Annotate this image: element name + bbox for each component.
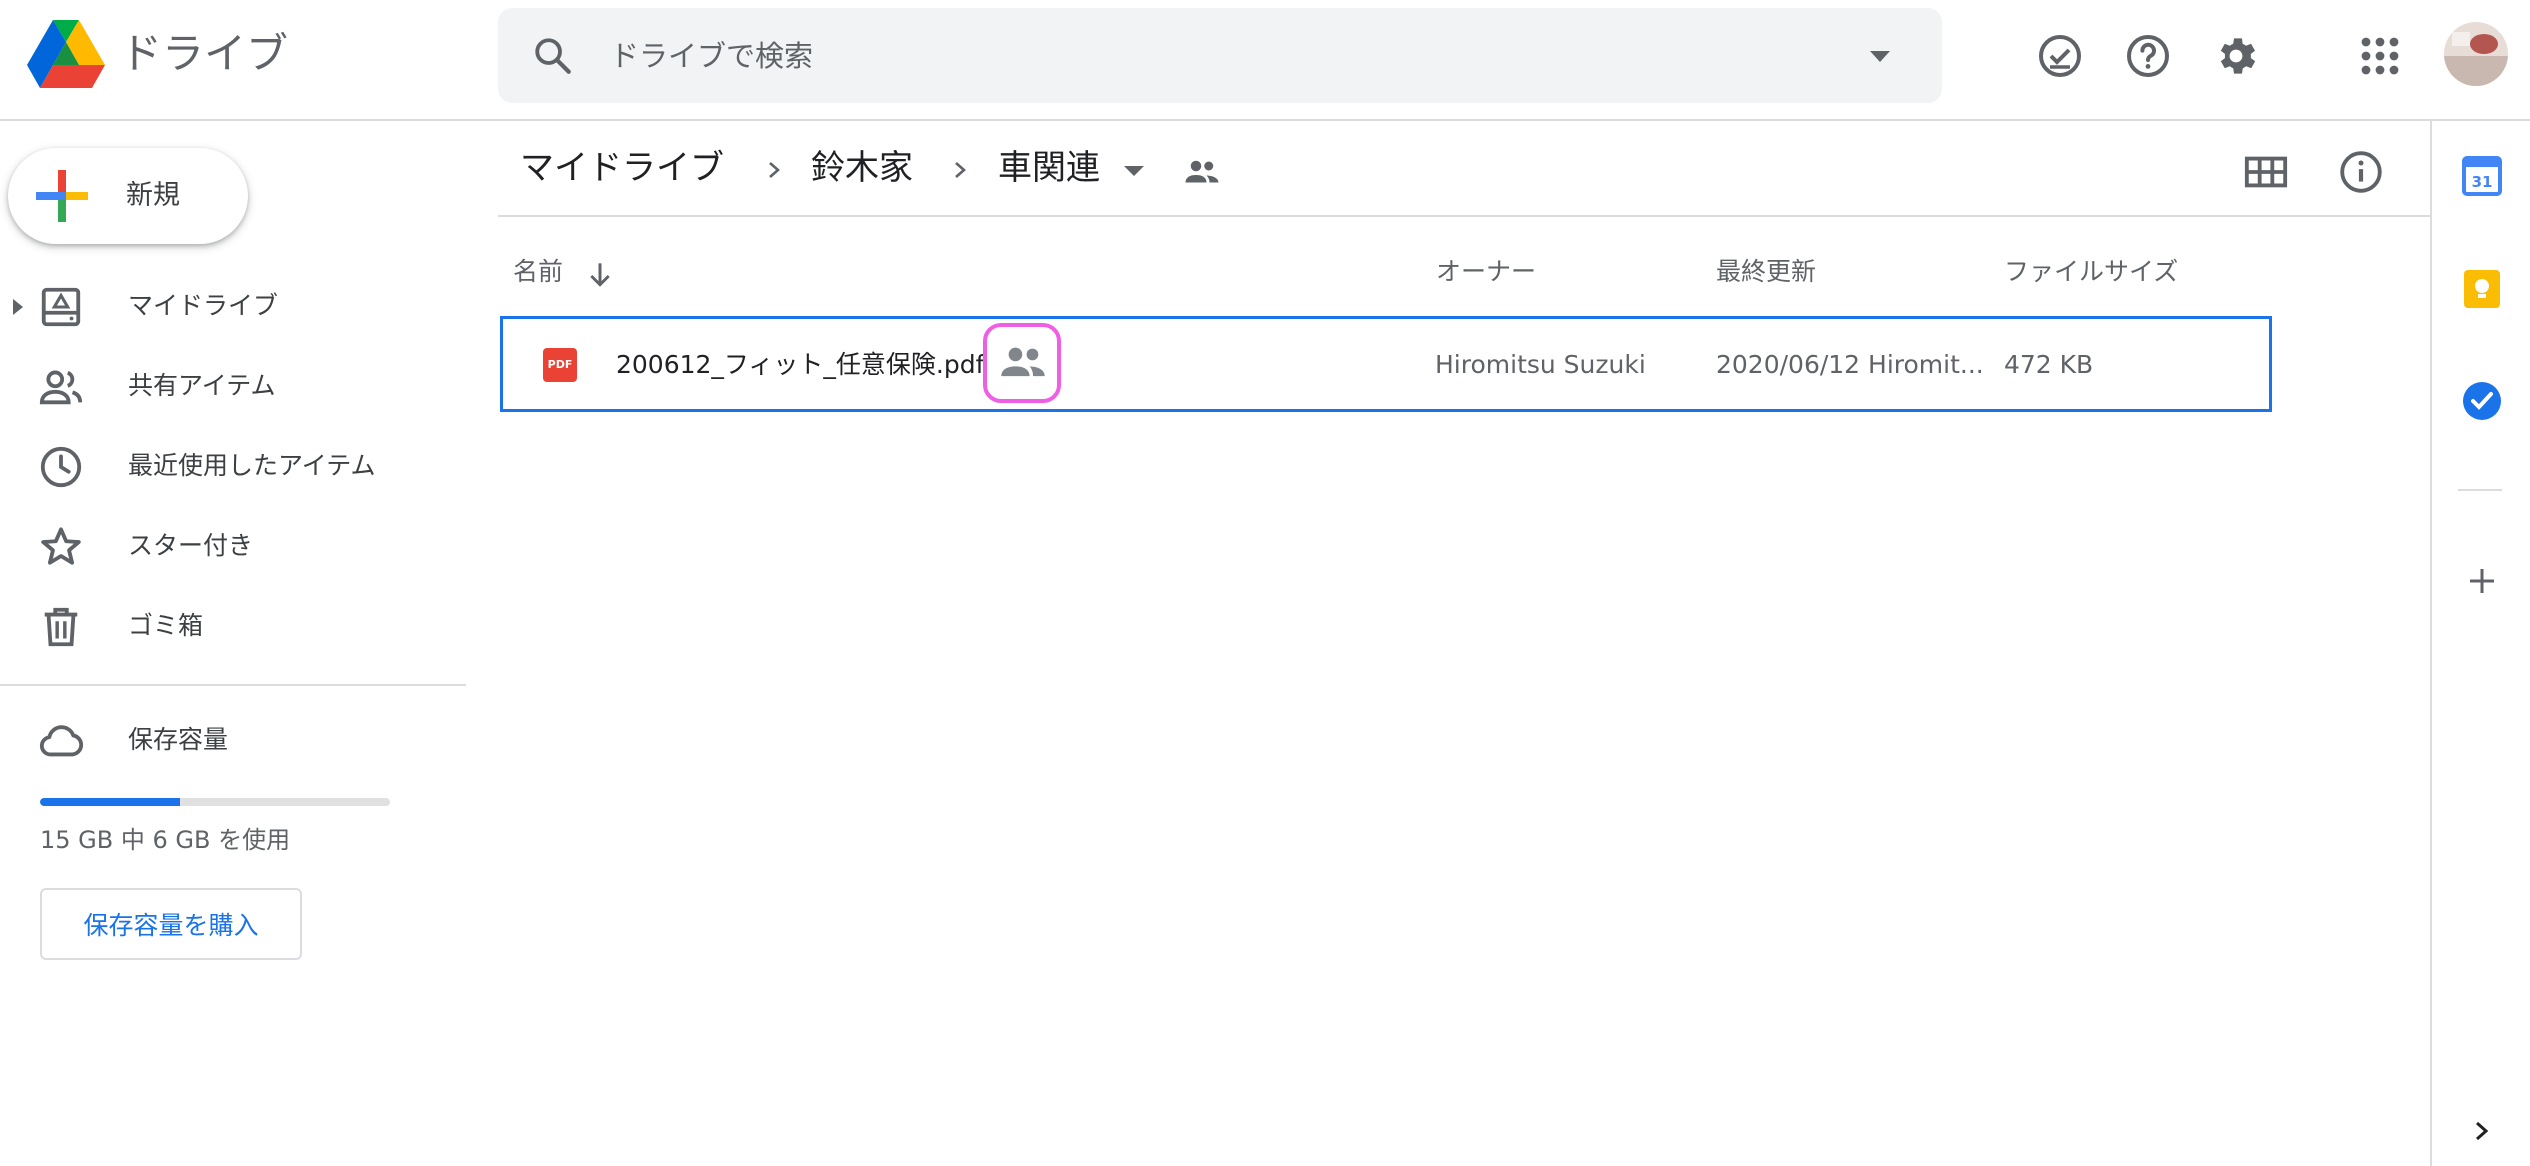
info-icon[interactable] — [2338, 149, 2384, 195]
column-header-size[interactable]: ファイルサイズ — [2004, 252, 2178, 292]
app-name: ドライブ — [120, 29, 289, 78]
sidebar-item-shared[interactable]: 共有アイテム — [0, 346, 466, 426]
storage-label: 保存容量 — [128, 725, 229, 754]
storage-usage-bar — [40, 798, 390, 806]
new-button[interactable]: 新規 — [8, 148, 248, 244]
breadcrumb-item-car-related[interactable]: 車関連 — [998, 143, 1100, 193]
offline-ready-icon[interactable] — [2036, 32, 2084, 80]
sidebar-item-recent[interactable]: 最近使用したアイテム — [0, 426, 466, 506]
sidebar-divider — [0, 684, 466, 686]
sidebar-item-storage[interactable]: 保存容量 — [0, 700, 466, 780]
sidebar-item-my-drive[interactable]: マイドライブ — [0, 266, 466, 346]
top-header: ドライブ — [0, 0, 2530, 121]
main-divider — [498, 215, 2430, 217]
add-addon-plus-icon[interactable] — [2462, 561, 2502, 601]
my-drive-icon — [41, 287, 81, 327]
plus-icon — [36, 170, 88, 222]
buy-storage-button[interactable]: 保存容量を購入 — [40, 888, 302, 960]
keep-icon[interactable] — [2462, 269, 2502, 309]
search-options-dropdown-icon[interactable] — [1858, 40, 1902, 72]
apps-grid-icon[interactable] — [2356, 32, 2404, 80]
sidebar-item-label: ゴミ箱 — [128, 611, 204, 640]
storage-usage-fill — [40, 798, 180, 806]
svg-text:31: 31 — [2472, 173, 2493, 191]
pdf-file-icon: PDF — [543, 348, 577, 382]
breadcrumb: マイドライブ 鈴木家 車関連 — [498, 135, 2398, 205]
right-side-panel: 31 — [2430, 121, 2530, 1166]
search-input[interactable] — [608, 26, 1808, 86]
file-name[interactable]: 200612_フィット_任意保険.pdf — [616, 345, 984, 385]
tasks-icon[interactable] — [2462, 381, 2502, 421]
storage-usage-text: 15 GB 中 6 GB を使用 — [40, 826, 291, 854]
grid-view-icon[interactable] — [2243, 149, 2289, 195]
search-icon[interactable] — [532, 35, 574, 77]
folder-menu-dropdown-icon[interactable] — [1120, 161, 1148, 181]
chevron-right-expand-icon[interactable] — [2462, 1111, 2502, 1151]
search-box[interactable] — [498, 8, 1942, 103]
table-row[interactable]: PDF 200612_フィット_任意保険.pdf Hiromitsu Suzuk… — [500, 316, 2272, 412]
help-icon[interactable] — [2124, 32, 2172, 80]
shared-indicator-highlight — [983, 323, 1061, 403]
breadcrumb-item-my-drive[interactable]: マイドライブ — [520, 143, 724, 193]
sidebar-item-label: マイドライブ — [128, 291, 279, 320]
size-cell: 472 KB — [2004, 350, 2094, 379]
clock-icon — [40, 446, 82, 488]
avatar-image-icon — [2444, 22, 2508, 86]
owner-cell: Hiromitsu Suzuki — [1435, 350, 1646, 379]
people-icon — [39, 370, 83, 405]
star-icon — [41, 527, 81, 565]
chevron-right-icon — [769, 162, 780, 178]
modified-cell: 2020/06/12 Hiromit... — [1716, 350, 1984, 379]
sidebar-item-starred[interactable]: スター付き — [0, 506, 466, 586]
sort-arrow-down-icon[interactable] — [584, 258, 616, 290]
shared-people-icon — [1001, 347, 1045, 377]
trash-icon — [44, 607, 78, 647]
cloud-icon — [39, 725, 84, 757]
shared-folder-people-icon — [1185, 160, 1219, 183]
google-drive-logo-icon[interactable] — [27, 20, 105, 88]
new-button-label: 新規 — [126, 180, 180, 211]
calendar-icon[interactable]: 31 — [2462, 156, 2502, 196]
sidebar-item-label: 共有アイテム — [128, 371, 276, 400]
sidebar-item-label: 最近使用したアイテム — [128, 451, 376, 480]
account-avatar[interactable] — [2444, 22, 2508, 86]
expand-arrow-icon[interactable] — [10, 296, 26, 318]
column-header-modified[interactable]: 最終更新 — [1716, 252, 1816, 292]
chevron-right-icon — [955, 162, 966, 178]
sidebar-item-trash[interactable]: ゴミ箱 — [0, 586, 466, 666]
column-header-owner[interactable]: オーナー — [1436, 252, 1536, 292]
column-header-name[interactable]: 名前 — [513, 252, 563, 292]
panel-divider — [2458, 489, 2502, 491]
breadcrumb-item-suzuki-family[interactable]: 鈴木家 — [811, 143, 913, 193]
sidebar-item-label: スター付き — [128, 531, 254, 560]
settings-gear-icon[interactable] — [2212, 32, 2260, 80]
